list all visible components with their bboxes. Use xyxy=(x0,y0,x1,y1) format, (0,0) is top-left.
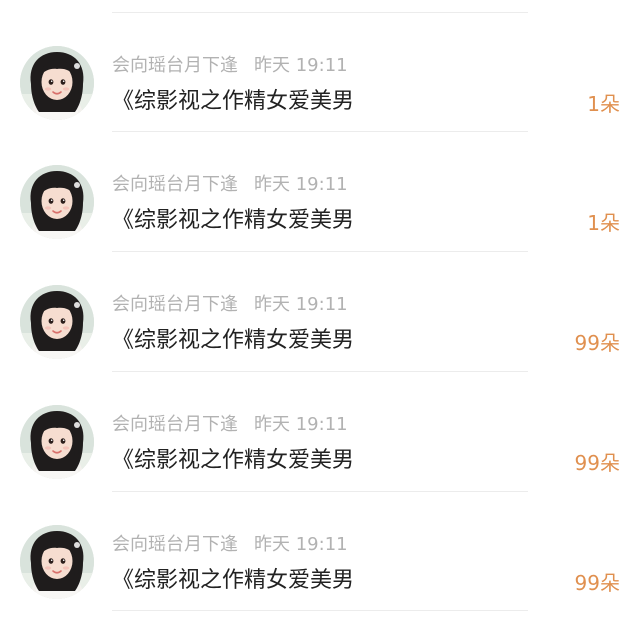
list-item[interactable]: 会向瑶台月下逢 昨天 19:11 《综影视之作精女爱美男 1朵 xyxy=(0,12,640,132)
author-name[interactable]: 会向瑶台月下逢 xyxy=(112,414,238,435)
flower-count: 99朵 xyxy=(574,571,620,595)
author-name[interactable]: 会向瑶台月下逢 xyxy=(112,534,238,555)
list-item[interactable]: 会向瑶台月下逢 昨天 19:11 《综影视之作精女爱美男 99朵 xyxy=(0,371,640,491)
item-meta: 会向瑶台月下逢 昨天 19:11 xyxy=(112,534,348,556)
avatar[interactable] xyxy=(20,525,94,599)
timestamp: 昨天 19:11 xyxy=(254,174,348,195)
flower-count: 99朵 xyxy=(574,451,620,475)
user-avatar-photo-icon xyxy=(20,165,94,239)
timestamp: 昨天 19:11 xyxy=(254,55,348,76)
book-title[interactable]: 《综影视之作精女爱美男 xyxy=(112,567,354,595)
user-avatar-photo-icon xyxy=(20,525,94,599)
user-avatar-photo-icon xyxy=(20,405,94,479)
book-title[interactable]: 《综影视之作精女爱美男 xyxy=(112,327,354,355)
list-item[interactable]: 会向瑶台月下逢 昨天 19:11 《综影视之作精女爱美男 99朵 xyxy=(0,491,640,611)
user-avatar-photo-icon xyxy=(20,285,94,359)
gift-record-list: 会向瑶台月下逢 昨天 19:11 《综影视之作精女爱美男 1朵 会向瑶台月下逢 昨天… xyxy=(0,0,640,620)
flower-count: 99朵 xyxy=(574,331,620,355)
list-item[interactable]: 会向瑶台月下逢 昨天 19:11 《综影视之作精女爱美男 1朵 xyxy=(0,131,640,251)
author-name[interactable]: 会向瑶台月下逢 xyxy=(112,55,238,76)
avatar[interactable] xyxy=(20,285,94,359)
avatar[interactable] xyxy=(20,405,94,479)
timestamp: 昨天 19:11 xyxy=(254,534,348,555)
timestamp: 昨天 19:11 xyxy=(254,414,348,435)
flower-count: 1朵 xyxy=(587,92,620,116)
avatar[interactable] xyxy=(20,165,94,239)
item-meta: 会向瑶台月下逢 昨天 19:11 xyxy=(112,174,348,196)
book-title[interactable]: 《综影视之作精女爱美男 xyxy=(112,207,354,235)
list-item[interactable]: 会向瑶台月下逢 昨天 19:11 《综影视之作精女爱美男 99朵 xyxy=(0,251,640,371)
item-meta: 会向瑶台月下逢 昨天 19:11 xyxy=(112,55,348,77)
avatar[interactable] xyxy=(20,46,94,120)
author-name[interactable]: 会向瑶台月下逢 xyxy=(112,294,238,315)
author-name[interactable]: 会向瑶台月下逢 xyxy=(112,174,238,195)
divider xyxy=(112,610,528,611)
flower-count: 1朵 xyxy=(587,211,620,235)
timestamp: 昨天 19:11 xyxy=(254,294,348,315)
user-avatar-photo-icon xyxy=(20,46,94,120)
item-meta: 会向瑶台月下逢 昨天 19:11 xyxy=(112,414,348,436)
book-title[interactable]: 《综影视之作精女爱美男 xyxy=(112,447,354,475)
item-meta: 会向瑶台月下逢 昨天 19:11 xyxy=(112,294,348,316)
book-title[interactable]: 《综影视之作精女爱美男 xyxy=(112,88,354,116)
